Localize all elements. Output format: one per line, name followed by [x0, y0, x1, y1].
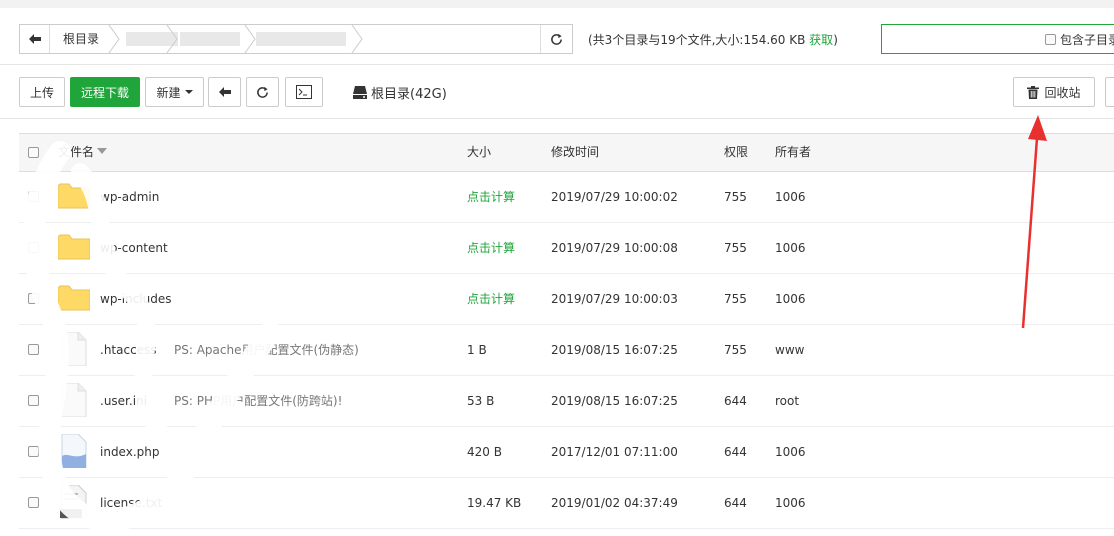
file-perm[interactable]: 644 — [724, 427, 747, 477]
more-toolbar-button[interactable] — [1105, 77, 1114, 107]
file-mtime: 2019/07/29 10:00:08 — [551, 241, 678, 255]
file-perm[interactable]: 755 — [724, 325, 747, 375]
breadcrumb-separator — [244, 25, 256, 53]
file-mtime: 2019/01/02 04:37:49 — [551, 496, 678, 510]
file-owner[interactable]: www — [775, 325, 804, 375]
back-button[interactable] — [20, 25, 50, 53]
file-mtime: 2019/08/15 16:07:25 — [551, 343, 678, 357]
hdd-icon — [353, 86, 367, 99]
file-size: 1 B — [467, 343, 487, 357]
breadcrumb-separator — [108, 25, 120, 53]
annotation-arrow — [1021, 115, 1047, 329]
divider — [0, 64, 1114, 65]
trash-icon — [1027, 85, 1040, 99]
recycle-bin-button[interactable]: 回收站 — [1013, 77, 1095, 107]
breadcrumb-segment-blurred[interactable] — [256, 32, 346, 46]
file-mtime: 2019/07/29 10:00:03 — [551, 292, 678, 306]
file-owner[interactable]: 1006 — [775, 478, 806, 528]
arrow-left-icon — [28, 34, 41, 44]
file-mtime: 2017/12/01 07:11:00 — [551, 445, 678, 459]
include-subdir-checkbox[interactable] — [1045, 34, 1056, 45]
file-perm[interactable]: 644 — [724, 376, 747, 426]
file-size[interactable]: 点击计算 — [467, 223, 515, 273]
file-owner[interactable]: 1006 — [775, 223, 806, 273]
file-mtime: 2019/07/29 10:00:02 — [551, 190, 678, 204]
file-size[interactable]: 点击计算 — [467, 172, 515, 222]
include-subdir-option[interactable]: 包含子目录 — [1045, 31, 1114, 48]
file-owner[interactable]: 1006 — [775, 274, 806, 324]
column-header-perm[interactable]: 权限 — [724, 134, 748, 171]
file-size: 420 B — [467, 445, 502, 459]
file-manager: 根目录 (共3个目录与19个文件,大小:154.60 KB 获取) 包含子目录 … — [0, 8, 1114, 536]
refresh-icon — [257, 86, 268, 98]
breadcrumb: 根目录 — [19, 24, 573, 54]
column-header-size[interactable]: 大小 — [467, 134, 491, 171]
refresh-toolbar-button[interactable] — [246, 77, 279, 107]
breadcrumb-separator — [166, 25, 178, 53]
breadcrumb-root[interactable]: 根目录 — [63, 25, 99, 53]
breadcrumb-separator — [351, 25, 363, 53]
upload-button[interactable]: 上传 — [19, 77, 65, 107]
divider — [0, 118, 1114, 119]
column-header-mtime[interactable]: 修改时间 — [551, 134, 599, 171]
file-perm[interactable]: 755 — [724, 223, 747, 273]
breadcrumb-segment-blurred[interactable] — [180, 32, 240, 46]
path-refresh-button[interactable] — [540, 25, 572, 53]
file-mtime: 2019/08/15 16:07:25 — [551, 394, 678, 408]
directory-summary: (共3个目录与19个文件,大小:154.60 KB 获取) — [588, 33, 838, 47]
column-header-owner[interactable]: 所有者 — [775, 134, 811, 171]
file-owner[interactable]: root — [775, 376, 799, 426]
back-toolbar-button[interactable] — [208, 77, 241, 107]
file-owner[interactable]: 1006 — [775, 427, 806, 477]
file-owner[interactable]: 1006 — [775, 172, 806, 222]
file-size: 19.47 KB — [467, 496, 522, 510]
remote-download-button[interactable]: 远程下载 — [70, 77, 140, 107]
file-perm[interactable]: 755 — [724, 274, 747, 324]
get-size-link[interactable]: 获取 — [809, 33, 833, 47]
terminal-button[interactable] — [285, 77, 323, 107]
file-size: 53 B — [467, 394, 495, 408]
file-size[interactable]: 点击计算 — [467, 274, 515, 324]
refresh-icon — [551, 33, 562, 45]
path-bar: 根目录 (共3个目录与19个文件,大小:154.60 KB 获取) — [19, 24, 1114, 54]
file-perm[interactable]: 755 — [724, 172, 747, 222]
new-dropdown-button[interactable]: 新建 — [145, 77, 204, 107]
file-perm[interactable]: 644 — [724, 478, 747, 528]
terminal-icon — [296, 85, 312, 99]
caret-down-icon — [184, 90, 193, 94]
arrow-left-icon — [218, 87, 231, 97]
disk-indicator[interactable]: 根目录(42G) — [353, 83, 447, 102]
privacy-scribble — [22, 141, 280, 532]
